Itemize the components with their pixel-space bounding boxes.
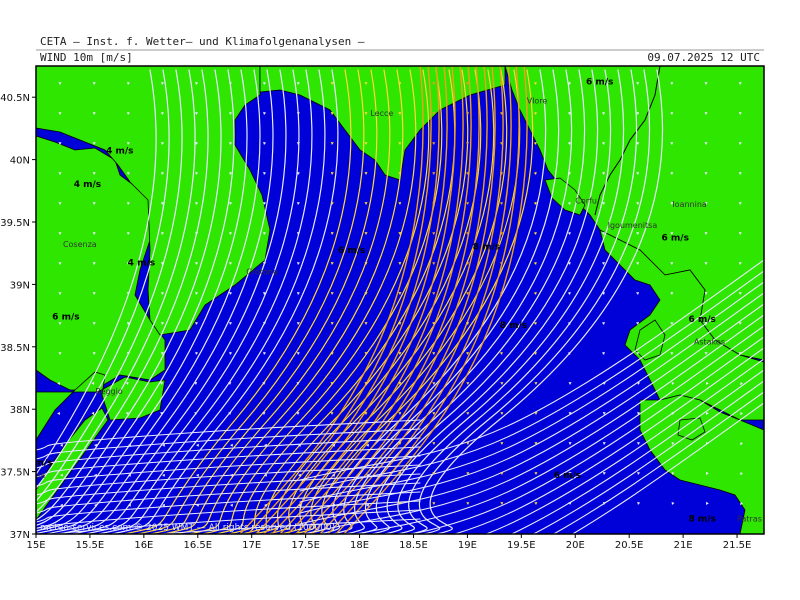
lon-tick-label: 21E — [674, 540, 693, 551]
wind-speed-label: 4 m/s — [106, 146, 133, 156]
wind-speed-label: 4 m/s — [74, 180, 101, 190]
place-label: Ioannina — [672, 200, 707, 209]
lon-tick-label: 15E — [26, 540, 45, 551]
wind-speed-label: 8 m/s — [689, 515, 716, 525]
wind-speed-label: 8 m/s — [473, 242, 500, 252]
wind-speed-label: 6 m/s — [554, 471, 581, 481]
lon-tick-label: 20.5E — [615, 540, 644, 551]
wind-speed-label: 6 m/s — [689, 315, 716, 325]
place-label: Reggio — [95, 387, 123, 396]
lon-tick-label: 18.5E — [399, 540, 428, 551]
wind-speed-label: 6 m/s — [586, 78, 613, 88]
lon-tick-label: 15.5E — [76, 540, 105, 551]
wind-speed-label: 6 m/s — [662, 234, 689, 244]
lat-tick-label: 38N — [10, 405, 30, 416]
lon-tick-label: 16.5E — [183, 540, 212, 551]
lon-tick-label: 17.5E — [291, 540, 320, 551]
wind-speed-label: 6 m/s — [52, 312, 79, 322]
wind-speed-label: 6 m/s — [338, 246, 365, 256]
place-label: Igoumenitsa — [608, 221, 658, 230]
place-label: Astakos — [694, 337, 725, 346]
lon-tick-label: 19E — [458, 540, 477, 551]
lon-tick-label: 16E — [134, 540, 153, 551]
lon-tick-label: 20E — [566, 540, 585, 551]
lat-tick-label: 37.5N — [0, 468, 30, 479]
lon-tick-label: 19.5E — [507, 540, 536, 551]
plot-area: 6 m/s 4 m/s 4 m/s 4 m/s 6 m/s 6 m/s 6 m/s 8 m/s… — [0, 66, 764, 534]
lon-tick-label: 18E — [350, 540, 369, 551]
place-label: Lecce — [370, 109, 393, 118]
credit-text: meteo-services.com © 2025 WMT — All righ… — [40, 523, 335, 533]
lat-tick-label: 40N — [10, 156, 30, 167]
place-label: Cosenza — [63, 240, 97, 249]
place-label: Patras — [737, 515, 762, 524]
place-label: Vlore — [527, 96, 548, 105]
wind-speed-label: 8 m/s — [500, 321, 527, 331]
lon-tick-label: 17E — [242, 540, 261, 551]
lat-tick-label: 38.5N — [0, 343, 30, 354]
lon-tick-label: 21.5E — [723, 540, 752, 551]
wind-map: 6 m/s 4 m/s 4 m/s 4 m/s 6 m/s 6 m/s 6 m/s 8 m/s… — [0, 49, 765, 551]
place-label: Corfu — [575, 196, 597, 205]
lat-tick-label: 39N — [10, 280, 30, 291]
wind-speed-label: 6 m/s — [0, 433, 15, 443]
lat-tick-label: 39.5N — [0, 218, 30, 229]
place-label: Crotone — [246, 267, 278, 276]
wind-speed-label: 4 m/s — [128, 259, 155, 269]
lat-tick-label: 40.5N — [0, 93, 30, 104]
